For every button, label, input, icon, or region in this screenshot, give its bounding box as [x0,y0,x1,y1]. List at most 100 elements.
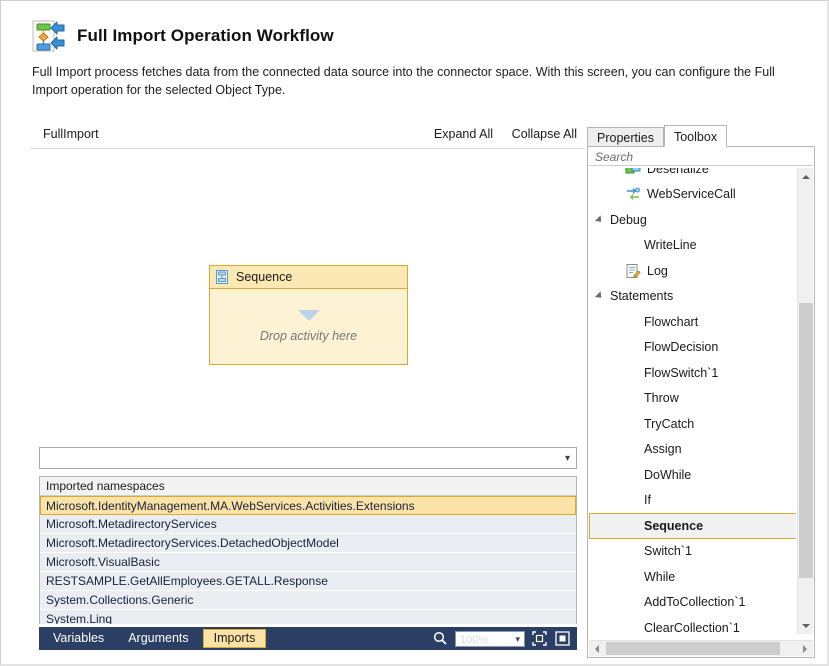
zoom-level-value: 100% [460,633,489,646]
workflow-import-icon [31,19,65,53]
designer-tab-group: Variables Arguments Imports [39,629,267,648]
sequence-activity[interactable]: Sequence Drop activity here [209,265,408,365]
toolbox-item-label: FlowSwitch`1 [644,365,719,380]
toolbox-tree[interactable]: Deserialize WebServiceCall Debug WriteLine L… [589,168,796,634]
imported-namespace-row[interactable]: Microsoft.MetadirectoryServices.Detached… [40,534,576,553]
toolbox-item-label: WebServiceCall [647,187,736,202]
toolbox-item-throw[interactable]: Throw [589,386,796,412]
toolbox-item-label: AddToCollection`1 [644,595,746,610]
designer-tab-variables[interactable]: Variables [43,629,114,648]
toolbox-item-log[interactable]: Log [589,258,796,284]
tab-toolbox[interactable]: Toolbox [663,125,728,147]
toolbox-item-label: ClearCollection`1 [644,620,740,634]
imported-namespace-row[interactable]: System.Collections.Generic [40,591,576,610]
magnifier-icon[interactable] [432,630,449,647]
deserialize-icon [625,168,641,177]
toolbox-item-label: FlowDecision [644,340,719,355]
imported-namespace-row[interactable]: System.Linq [40,610,576,624]
toolbox-search-placeholder: Search [595,150,634,164]
right-panel: Properties Toolbox Search Deserialize WebS… [587,125,815,658]
breadcrumb[interactable]: FullImport [43,127,99,141]
toolbox-item-flowdecision[interactable]: FlowDecision [589,335,796,361]
toolbox-item-label: Deserialize [647,168,709,176]
expander-icon[interactable] [594,291,605,301]
sequence-activity-icon [214,269,230,285]
designer-status-bar: Variables Arguments Imports 100% ▾ [39,627,577,650]
scroll-down-arrow-icon[interactable] [798,617,814,634]
toolbox-vertical-scrollbar[interactable] [797,168,813,634]
toolbox-item-label: Sequence [644,518,704,533]
chevron-down-icon[interactable]: ▾ [515,634,520,644]
toolbox-item-writeline[interactable]: WriteLine [589,233,796,259]
toolbox-item-flowswitch-1[interactable]: FlowSwitch`1 [589,360,796,386]
scroll-right-arrow-icon[interactable] [797,641,813,656]
toolbox-item-label: Flowchart [644,314,699,329]
namespace-input-combobox[interactable]: ▾ [39,447,577,469]
toolbox-item-label: Switch`1 [644,544,692,559]
sequence-activity-title: Sequence [236,270,293,284]
toolbox-item-deserialize[interactable]: Deserialize [589,168,796,182]
toolbox-item-label: If [644,493,651,508]
toolbox-item-switch-1[interactable]: Switch`1 [589,539,796,565]
workflow-designer: FullImport Expand All Collapse All Seque… [31,121,585,658]
designer-tab-arguments[interactable]: Arguments [118,629,198,648]
imported-namespace-row[interactable]: Microsoft.VisualBasic [40,553,576,572]
fit-to-screen-icon[interactable] [531,630,548,647]
workflow-configuration-window: Full Import Operation Workflow Full Impo… [0,0,829,666]
toolbox-item-label: Statements [610,289,674,304]
toolbox-item-if[interactable]: If [589,488,796,514]
toolbox-item-label: Log [647,263,668,278]
page-description: Full Import process fetches data from th… [32,65,775,97]
zoom-level-combobox[interactable]: 100% ▾ [455,630,525,647]
vertical-scrollbar-thumb[interactable] [799,303,813,578]
drop-indicator-icon [297,310,320,321]
designer-toolbar: FullImport Expand All Collapse All [31,121,585,149]
toolbox-item-flowchart[interactable]: Flowchart [589,309,796,335]
toolbox-item-label: Debug [610,212,647,227]
toolbox-item-statements[interactable]: Statements [589,284,796,310]
scroll-left-arrow-icon[interactable] [589,641,605,656]
drop-activity-hint: Drop activity here [259,329,358,343]
toolbox-item-label: TryCatch [644,416,695,431]
toolbox-item-assign[interactable]: Assign [589,437,796,463]
toolbox-horizontal-scrollbar[interactable] [589,640,813,656]
toolbox-item-debug[interactable]: Debug [589,207,796,233]
toolbox-item-label: While [644,569,676,584]
toolbox-item-label: WriteLine [644,238,697,253]
toolbox-item-label: DoWhile [644,467,692,482]
toolbox-item-label: Throw [644,391,679,406]
toolbox-item-webservicecall[interactable]: WebServiceCall [589,182,796,208]
toolbox-item-clearcollection-1[interactable]: ClearCollection`1 [589,615,796,634]
toolbox-item-label: Assign [644,442,682,457]
toolbox-panel: Search Deserialize WebServiceCall Debug Wri… [587,146,815,658]
overview-map-icon[interactable] [554,630,571,647]
toolbox-item-while[interactable]: While [589,564,796,590]
toolbox-item-dowhile[interactable]: DoWhile [589,462,796,488]
log-icon [625,263,641,279]
page-header: Full Import Operation Workflow [31,19,334,53]
sequence-activity-header[interactable]: Sequence [210,266,407,289]
toolbox-item-addtocollection-1[interactable]: AddToCollection`1 [589,590,796,616]
grid-column-header: Imported namespaces [40,477,576,496]
toolbox-item-sequence[interactable]: Sequence [589,513,796,539]
chevron-down-icon[interactable]: ▾ [565,454,570,464]
imported-namespace-row[interactable]: RESTSAMPLE.GetAllEmployees.GETALL.Respon… [40,572,576,591]
horizontal-scrollbar-thumb[interactable] [606,642,780,655]
sequence-activity-dropzone[interactable]: Drop activity here [210,289,407,364]
right-panel-tabstrip: Properties Toolbox [587,125,728,147]
toolbox-search-input[interactable]: Search [589,148,813,166]
scroll-up-arrow-icon[interactable] [798,168,814,185]
toolbox-item-trycatch[interactable]: TryCatch [589,411,796,437]
imported-namespace-row[interactable]: Microsoft.IdentityManagement.MA.WebServi… [40,496,576,515]
designer-tab-imports[interactable]: Imports [202,629,267,648]
designer-status-bar-tools: 100% ▾ [432,630,577,647]
imported-namespaces-grid[interactable]: Imported namespaces Microsoft.IdentityMa… [39,476,577,624]
imported-namespace-row[interactable]: Microsoft.MetadirectoryServices [40,515,576,534]
expand-all-button[interactable]: Expand All [434,127,493,141]
imported-namespaces-rows: Microsoft.IdentityManagement.MA.WebServi… [40,496,576,624]
expander-icon[interactable] [594,215,605,225]
tab-properties[interactable]: Properties [587,127,664,147]
page-title: Full Import Operation Workflow [77,26,334,45]
webservicecall-icon [625,186,641,202]
collapse-all-button[interactable]: Collapse All [512,127,577,141]
